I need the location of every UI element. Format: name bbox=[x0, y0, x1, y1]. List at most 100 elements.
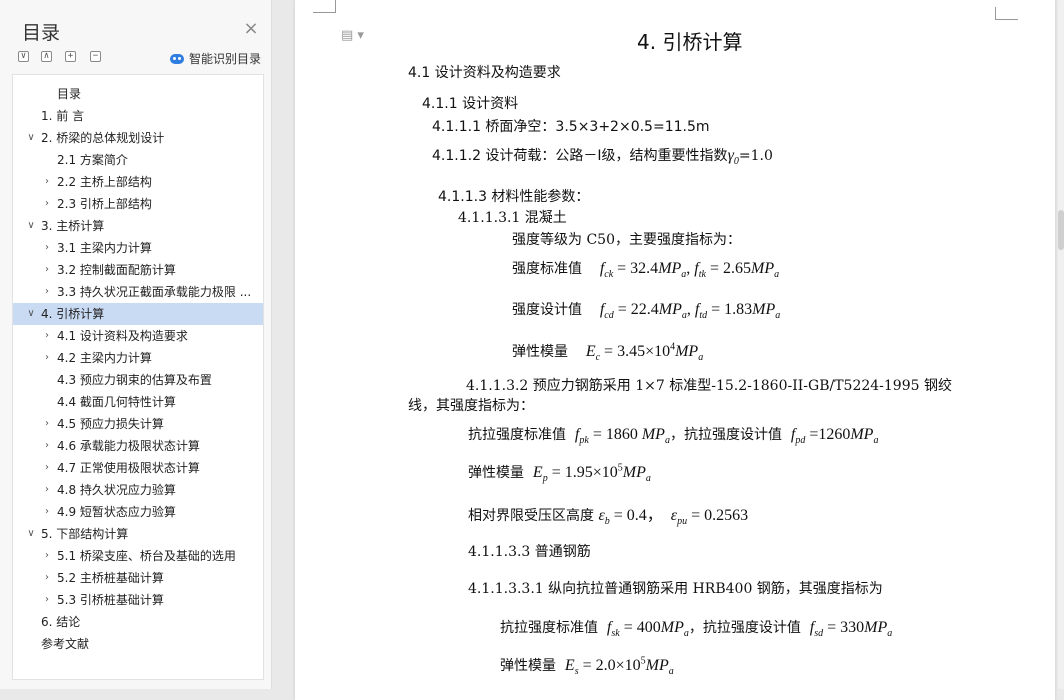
unit: MP bbox=[622, 464, 646, 481]
toc-item-label: 4.3 预应力钢束的估算及布置 bbox=[57, 373, 212, 387]
toc-item-2-1[interactable]: 2.1 方案简介 bbox=[13, 149, 263, 171]
chevron-right-icon[interactable]: › bbox=[41, 567, 53, 589]
val: = 1.95×10 bbox=[547, 464, 618, 481]
smart-toc-button[interactable]: 智能识别目录 bbox=[170, 50, 261, 67]
toc-item-4-5[interactable]: › 4.5 预应力损失计算 bbox=[13, 413, 263, 435]
toc-item-2-2[interactable]: › 2.2 主桥上部结构 bbox=[13, 171, 263, 193]
toc-item-6[interactable]: 6. 结论 bbox=[13, 611, 263, 633]
toc-item-1[interactable]: 1. 前 言 bbox=[13, 105, 263, 127]
collapse-all-icon[interactable]: ∨ bbox=[18, 51, 29, 62]
chevron-right-icon[interactable]: › bbox=[41, 413, 53, 435]
val: = 22.4 bbox=[613, 301, 659, 318]
toc-item-4-7[interactable]: › 4.7 正常使用极限状态计算 bbox=[13, 457, 263, 479]
label: ，抗拉强度设计值 bbox=[669, 427, 782, 443]
sub: a bbox=[668, 666, 674, 678]
close-icon[interactable]: × bbox=[242, 20, 260, 38]
toc-item-label: 2. 桥梁的总体规划设计 bbox=[41, 131, 165, 145]
document-page-icon[interactable]: ▤ ▾ bbox=[341, 28, 364, 43]
chevron-right-icon[interactable]: › bbox=[41, 457, 53, 479]
toc-item-5-1[interactable]: › 5.1 桥梁支座、桥台及基础的选用 bbox=[13, 545, 263, 567]
chevron-down-icon[interactable]: ∨ bbox=[25, 523, 37, 545]
toc-item-contents[interactable]: 目录 bbox=[13, 83, 263, 105]
toc-title: 目录 bbox=[22, 22, 61, 44]
toc-item-3[interactable]: ∨ 3. 主桥计算 bbox=[13, 215, 263, 237]
section-heading-4-1: 4.1 设计资料及构造要求 bbox=[408, 65, 561, 81]
chevron-right-icon[interactable]: › bbox=[41, 171, 53, 193]
toc-item-4-3[interactable]: 4.3 预应力钢束的估算及布置 bbox=[13, 369, 263, 391]
toc-item-5-2[interactable]: › 5.2 主桥桩基础计算 bbox=[13, 567, 263, 589]
chevron-right-icon[interactable]: › bbox=[41, 435, 53, 457]
unit: MP bbox=[675, 343, 699, 360]
unit: MP bbox=[645, 657, 669, 674]
chevron-right-icon[interactable]: › bbox=[41, 259, 53, 281]
formula: Ep = 1.95×105MPa bbox=[532, 463, 651, 485]
toc-item-4-2[interactable]: › 4.2 主梁内力计算 bbox=[13, 347, 263, 369]
chevron-right-icon[interactable]: › bbox=[41, 545, 53, 567]
val: =1260 bbox=[805, 426, 851, 443]
toc-item-5[interactable]: ∨ 5. 下部结构计算 bbox=[13, 523, 263, 545]
formula: fcd = 22.4MPa, ftd = 1.83MPa bbox=[600, 301, 780, 322]
margin-corner-mark bbox=[995, 7, 1018, 20]
document-page[interactable]: ▤ ▾ 4. 引桥计算 4.1 设计资料及构造要求 4.1.1 设计资料 4.1… bbox=[295, 0, 1055, 700]
vertical-scrollbar[interactable] bbox=[1058, 0, 1064, 689]
remove-heading-icon[interactable]: − bbox=[90, 51, 101, 62]
concrete-grade-line: 强度等级为 C50，主要强度指标为： bbox=[512, 232, 741, 248]
toc-item-label: 6. 结论 bbox=[41, 615, 81, 629]
chevron-right-icon[interactable]: › bbox=[41, 501, 53, 523]
toc-item-2-3[interactable]: › 2.3 引桥上部结构 bbox=[13, 193, 263, 215]
label: 强度设计值 bbox=[512, 302, 582, 318]
chevron-right-icon[interactable]: › bbox=[41, 589, 53, 611]
toc-item-3-2[interactable]: › 3.2 控制截面配筋计算 bbox=[13, 259, 263, 281]
formula: Es = 2.0×105MPa bbox=[565, 656, 674, 678]
sub: ck bbox=[604, 269, 614, 281]
toc-item-4-9[interactable]: › 4.9 短暂状态应力验算 bbox=[13, 501, 263, 523]
toc-item-3-1[interactable]: › 3.1 主梁内力计算 bbox=[13, 237, 263, 259]
toc-item-label: 4.4 截面几何特性计算 bbox=[57, 395, 176, 409]
toc-item-5-3[interactable]: › 5.3 引桥桩基础计算 bbox=[13, 589, 263, 611]
toc-item-label: 4.1 设计资料及构造要求 bbox=[57, 329, 188, 343]
add-heading-icon[interactable]: + bbox=[65, 51, 76, 62]
toc-item-label: 4.8 持久状况应力验算 bbox=[57, 483, 176, 497]
toc-item-4-selected[interactable]: ∨ 4. 引桥计算 bbox=[13, 303, 263, 325]
unit: MP bbox=[641, 426, 665, 443]
toc-item-label: 2.3 引桥上部结构 bbox=[57, 197, 152, 211]
concrete-modulus: 弹性模量 Ec = 3.45×104MPa bbox=[512, 341, 703, 364]
chevron-right-icon[interactable]: › bbox=[41, 281, 53, 303]
var: E bbox=[532, 464, 543, 481]
chevron-right-icon[interactable]: › bbox=[41, 325, 53, 347]
toc-item-label: 2.2 主桥上部结构 bbox=[57, 175, 152, 189]
toc-item-label: 3.2 控制截面配筋计算 bbox=[57, 263, 176, 277]
sub: pu bbox=[677, 516, 688, 528]
toc-item-4-1[interactable]: › 4.1 设计资料及构造要求 bbox=[13, 325, 263, 347]
formula: fpd =1260MPa bbox=[791, 426, 879, 446]
toc-item-4-8[interactable]: › 4.8 持久状况应力验算 bbox=[13, 479, 263, 501]
toc-item-4-6[interactable]: › 4.6 承载能力极限状态计算 bbox=[13, 435, 263, 457]
val: = 330 bbox=[823, 619, 865, 636]
expand-up-icon[interactable]: ∧ bbox=[41, 51, 52, 62]
rebar-strength: 抗拉强度标准值 fsk = 400MPa，抗拉强度设计值 fsd = 330MP… bbox=[500, 617, 892, 639]
toc-item-3-3[interactable]: › 3.3 持久状况正截面承载能力极限 ... bbox=[13, 281, 263, 303]
chevron-down-icon[interactable]: ∨ bbox=[25, 303, 37, 325]
chevron-right-icon[interactable]: › bbox=[41, 347, 53, 369]
toc-item-2[interactable]: ∨ 2. 桥梁的总体规划设计 bbox=[13, 127, 263, 149]
chevron-right-icon[interactable]: › bbox=[41, 479, 53, 501]
label: 抗拉强度标准值 bbox=[500, 620, 598, 636]
chevron-down-icon[interactable]: ∨ bbox=[25, 215, 37, 237]
toc-item-references[interactable]: 参考文献 bbox=[13, 633, 263, 655]
sub: sk bbox=[611, 628, 620, 640]
label: 弹性模量 bbox=[512, 344, 568, 360]
sub: td bbox=[699, 310, 708, 322]
toc-item-4-4[interactable]: 4.4 截面几何特性计算 bbox=[13, 391, 263, 413]
chevron-down-icon[interactable]: ∨ bbox=[25, 127, 37, 149]
label: 抗拉强度标准值 bbox=[468, 427, 566, 443]
val: = 3.45×10 bbox=[600, 343, 671, 360]
sep: , bbox=[686, 301, 695, 318]
rebar-line: 4.1.1.3.3.1 纵向抗拉普通钢筋采用 HRB400 钢筋，其强度指标为 bbox=[468, 581, 883, 597]
formula: fpk = 1860 MPa bbox=[575, 426, 670, 446]
prestress-strength: 抗拉强度标准值 fpk = 1860 MPa，抗拉强度设计值 fpd =1260… bbox=[468, 424, 878, 446]
label: 相对界限受压区高度 bbox=[468, 508, 594, 524]
chevron-right-icon[interactable]: › bbox=[41, 193, 53, 215]
chevron-right-icon[interactable]: › bbox=[41, 237, 53, 259]
formula: εb = 0.4， εpu = 0.2563 bbox=[598, 507, 748, 528]
scrollbar-thumb[interactable] bbox=[1058, 210, 1064, 250]
